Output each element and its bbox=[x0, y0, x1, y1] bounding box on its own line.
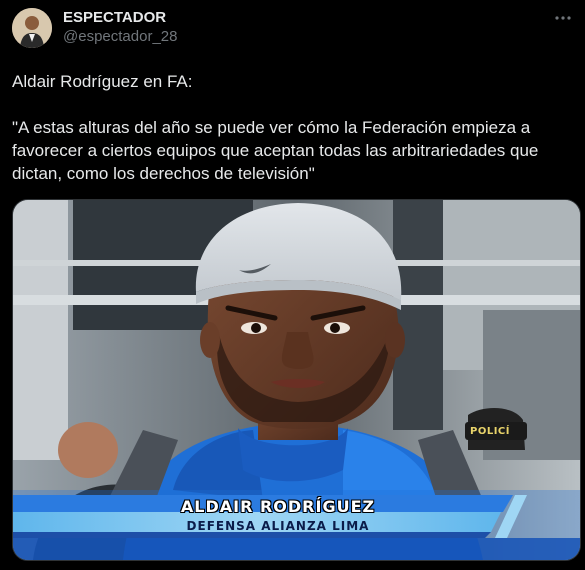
lower-third-role: DEFENSA ALIANZA LIMA bbox=[186, 519, 370, 533]
tweet: ESPECTADOR @espectador_28 Aldair Rodrígu… bbox=[0, 0, 585, 570]
author-handle[interactable]: @espectador_28 bbox=[63, 27, 177, 47]
background-police-patch: POLICÍ bbox=[470, 426, 510, 437]
tweet-text-line-1: Aldair Rodríguez en FA: bbox=[12, 72, 193, 91]
avatar[interactable] bbox=[12, 8, 52, 48]
author-display-name[interactable]: ESPECTADOR bbox=[63, 9, 177, 27]
more-options-button[interactable] bbox=[551, 8, 575, 28]
tweet-text: Aldair Rodríguez en FA: "A estas alturas… bbox=[12, 70, 572, 185]
tweet-media-image[interactable]: POLICÍ ALDAIR RODRÍGUEZ DEFENSA ALIANZA … bbox=[12, 199, 581, 561]
author-block: ESPECTADOR @espectador_28 bbox=[63, 9, 177, 47]
tweet-text-quote: "A estas alturas del año se puede ver có… bbox=[12, 118, 539, 183]
avatar-image bbox=[12, 8, 52, 48]
tv-lower-third-banner: ALDAIR RODRÍGUEZ DEFENSA ALIANZA LIMA bbox=[13, 490, 580, 550]
lower-third-name: ALDAIR RODRÍGUEZ bbox=[180, 497, 376, 516]
more-horizontal-icon bbox=[555, 16, 571, 20]
